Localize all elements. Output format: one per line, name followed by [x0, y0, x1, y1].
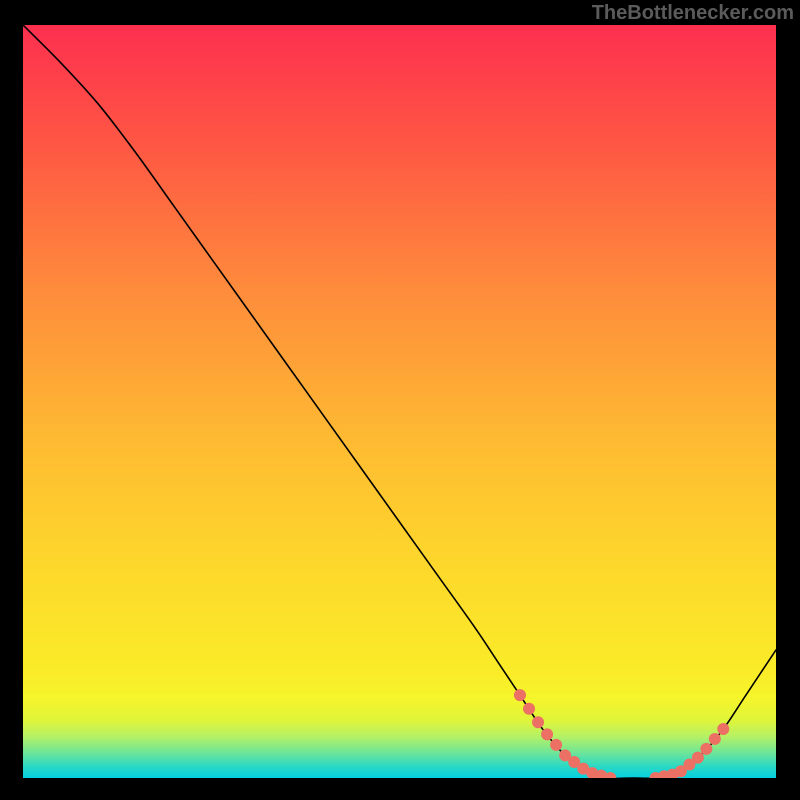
attribution-label: TheBottlenecker.com: [592, 2, 794, 25]
chart-svg: [23, 25, 776, 778]
highlight-dot: [523, 703, 535, 715]
highlight-dot: [717, 723, 729, 735]
highlight-dot: [692, 752, 704, 764]
gradient-background: [23, 25, 776, 778]
highlight-dot: [541, 728, 553, 740]
highlight-dot: [514, 689, 526, 701]
highlight-dot: [700, 743, 712, 755]
highlight-dot: [532, 716, 544, 728]
chart-panel: [23, 25, 776, 778]
highlight-dot: [550, 739, 562, 751]
highlight-dot: [709, 733, 721, 745]
